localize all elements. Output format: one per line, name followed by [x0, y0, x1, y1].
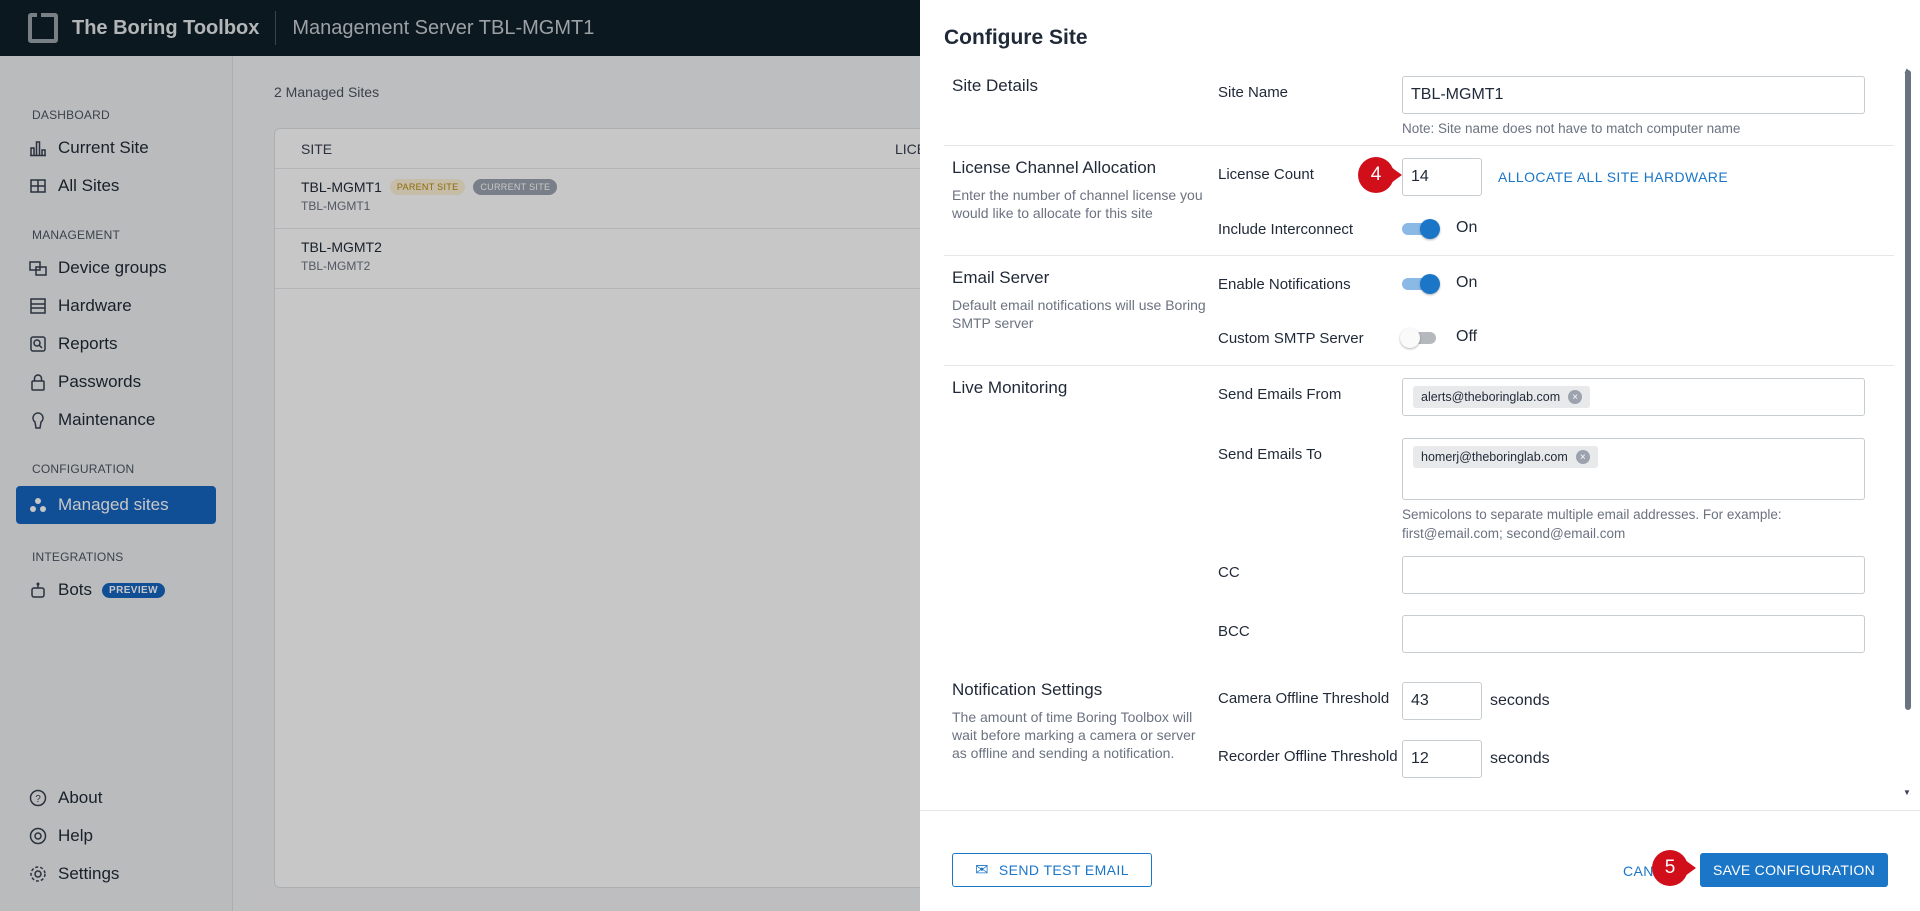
configure-site-drawer: Configure Site Site Details Site Name TB…	[920, 0, 1920, 911]
include-interconnect-label: Include Interconnect	[1218, 221, 1354, 238]
site-name-label: Site Name	[1218, 84, 1289, 101]
section-title: Notification Settings	[952, 680, 1103, 699]
include-interconnect-toggle[interactable]	[1402, 219, 1442, 239]
email-chip: homerj@theboringlab.com ×	[1413, 446, 1598, 468]
site-name-note: Note: Site name does not have to match c…	[1402, 121, 1741, 136]
section-notification-settings: Notification Settings The amount of time…	[944, 670, 1894, 794]
section-license: License Channel Allocation Enter the num…	[944, 146, 1894, 256]
recorder-offline-input[interactable]: 12	[1402, 740, 1482, 778]
toggle-state: On	[1456, 274, 1478, 291]
enable-notifications-label: Enable Notifications	[1218, 276, 1351, 293]
send-from-label: Send Emails From	[1218, 386, 1342, 403]
cc-input[interactable]	[1402, 556, 1865, 594]
unit-label: seconds	[1490, 692, 1550, 709]
unit-label: seconds	[1490, 750, 1550, 767]
modal-backdrop[interactable]	[0, 0, 920, 911]
send-to-input[interactable]: homerj@theboringlab.com ×	[1402, 438, 1865, 500]
mail-icon: ✉	[975, 862, 989, 879]
section-description: The amount of time Boring Toolbox will w…	[952, 709, 1196, 761]
section-live-monitoring: Live Monitoring Send Emails From alerts@…	[944, 366, 1894, 670]
toggle-state: On	[1456, 219, 1478, 236]
send-test-email-button[interactable]: ✉ SEND TEST EMAIL	[952, 853, 1152, 887]
email-chip: alerts@theboringlab.com ×	[1413, 386, 1591, 408]
allocate-all-hardware-button[interactable]: ALLOCATE ALL SITE HARDWARE	[1498, 169, 1728, 185]
send-to-note: Semicolons to separate multiple email ad…	[1402, 507, 1782, 541]
cc-label: CC	[1218, 564, 1240, 581]
send-from-input[interactable]: alerts@theboringlab.com ×	[1402, 378, 1865, 416]
recorder-offline-label: Recorder Offline Threshold	[1218, 748, 1398, 765]
section-title: Site Details	[952, 76, 1038, 95]
drawer-footer: ✉ SEND TEST EMAIL CAN SAVE CONFIGURATION	[920, 810, 1920, 911]
email-chip-text: alerts@theboringlab.com	[1421, 390, 1561, 404]
section-title: Email Server	[952, 268, 1050, 287]
button-label: SEND TEST EMAIL	[998, 862, 1129, 878]
scrollbar-thumb[interactable]	[1905, 70, 1911, 710]
toggle-state: Off	[1456, 328, 1478, 345]
custom-smtp-label: Custom SMTP Server	[1218, 330, 1364, 347]
drawer-scroll-area[interactable]: Site Details Site Name TBL-MGMT1 Note: S…	[944, 64, 1894, 809]
section-email-server: Email Server Default email notifications…	[944, 256, 1894, 366]
save-configuration-button[interactable]: SAVE CONFIGURATION	[1700, 853, 1888, 887]
section-title: License Channel Allocation	[952, 158, 1157, 177]
bcc-label: BCC	[1218, 623, 1250, 640]
step-marker-4: 4	[1358, 157, 1402, 193]
custom-smtp-toggle[interactable]	[1400, 328, 1442, 348]
email-chip-text: homerj@theboringlab.com	[1421, 450, 1568, 464]
camera-offline-label: Camera Offline Threshold	[1218, 690, 1390, 707]
bcc-input[interactable]	[1402, 615, 1865, 653]
send-to-label: Send Emails To	[1218, 446, 1322, 463]
remove-chip-icon[interactable]: ×	[1568, 390, 1583, 404]
section-title: Live Monitoring	[952, 378, 1068, 397]
section-description: Default email notifications will use Bor…	[952, 297, 1206, 331]
step-marker-5: 5	[1652, 850, 1696, 886]
cancel-button[interactable]: CAN	[1623, 863, 1654, 879]
section-description: Enter the number of channel license you …	[952, 187, 1203, 221]
enable-notifications-toggle[interactable]	[1402, 274, 1442, 294]
section-site-details: Site Details Site Name TBL-MGMT1 Note: S…	[944, 64, 1894, 146]
camera-offline-input[interactable]: 43	[1402, 682, 1482, 720]
site-name-input[interactable]: TBL-MGMT1	[1402, 76, 1865, 114]
drawer-title: Configure Site	[944, 26, 1088, 49]
license-count-input[interactable]: 14	[1402, 158, 1482, 196]
remove-chip-icon[interactable]: ×	[1575, 450, 1590, 464]
scroll-down-icon[interactable]: ▼	[1903, 788, 1911, 797]
